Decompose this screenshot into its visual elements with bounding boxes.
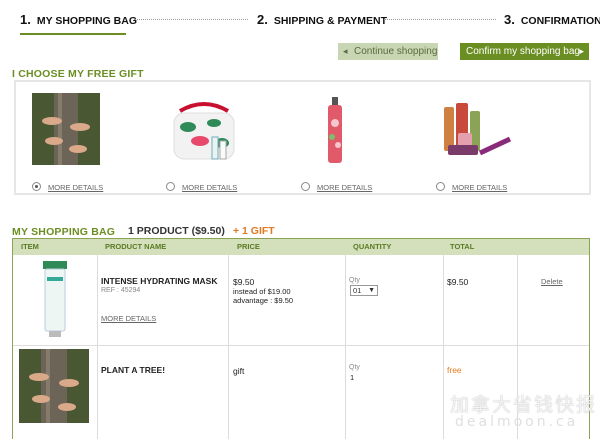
product-name: PLANT A TREE! (101, 365, 166, 375)
free-gift-heading: I CHOOSE MY FREE GIFT (12, 68, 144, 80)
step-my-shopping-bag[interactable]: 1. MY SHOPPING BAG (20, 12, 137, 27)
header-price: PRICE (237, 242, 260, 251)
watermark-url: dealmoon.ca (455, 414, 579, 430)
delete-link[interactable]: Delete (541, 277, 563, 286)
gift-radio[interactable] (436, 182, 445, 191)
floral-pouch-image[interactable] (166, 93, 235, 165)
header-product-name: PRODUCT NAME (105, 242, 167, 251)
more-details-link[interactable]: MORE DETAILS (452, 183, 507, 192)
header-item: ITEM (21, 242, 39, 251)
total: free (447, 365, 462, 375)
gift-radio[interactable] (301, 182, 310, 191)
body-mist-image[interactable] (301, 93, 369, 165)
step-confirmation[interactable]: 3. CONFIRMATION (504, 12, 600, 27)
step-divider (384, 19, 496, 20)
step-number: 2. (257, 12, 268, 27)
row-divider (13, 345, 589, 346)
column-divider (443, 255, 444, 439)
price: gift (233, 366, 245, 376)
bag-product-count: 1 PRODUCT ($9.50) (128, 225, 225, 237)
column-divider (345, 255, 346, 439)
gift-radio[interactable] (32, 182, 41, 191)
travel-products-image[interactable] (436, 93, 512, 165)
price: $9.50 (233, 277, 255, 287)
product-name: INTENSE HYDRATING MASK (101, 276, 218, 286)
column-divider (97, 255, 98, 439)
step-number: 1. (20, 12, 31, 27)
total: $9.50 (447, 277, 469, 287)
dropdown-arrow-icon: ▼ (368, 287, 375, 294)
watermark-text: 加拿大省钱快报 (450, 395, 598, 416)
header-quantity: QUANTITY (353, 242, 392, 251)
column-divider (228, 255, 229, 439)
more-details-link[interactable]: MORE DETAILS (101, 314, 156, 323)
step-number: 3. (504, 12, 515, 27)
original-price: instead of $19.00 (233, 287, 291, 296)
qty-label: Qty (349, 277, 360, 284)
step-shipping-payment[interactable]: 2. SHIPPING & PAYMENT (257, 12, 387, 27)
continue-shopping-button[interactable]: Continue shopping (338, 43, 438, 60)
product-ref: REF : 45294 (101, 287, 141, 294)
tree-hug-image[interactable] (32, 93, 100, 165)
header-total: TOTAL (450, 242, 475, 251)
confirm-shopping-bag-button[interactable]: Confirm my shopping bag (460, 43, 589, 60)
step-divider (134, 19, 248, 20)
advantage: advantage : $9.50 (233, 296, 294, 305)
gift-radio[interactable] (166, 182, 175, 191)
bag-gift-count: + 1 GIFT (233, 225, 275, 237)
active-step-underline (20, 33, 126, 35)
hydrating-mask-image[interactable] (39, 259, 71, 341)
more-details-link[interactable]: MORE DETAILS (48, 183, 103, 192)
quantity-value: 1 (350, 373, 355, 382)
shopping-bag-heading: MY SHOPPING BAG (12, 226, 116, 238)
plant-tree-image[interactable] (19, 349, 89, 425)
checkout-steps: 1. MY SHOPPING BAG 2. SHIPPING & PAYMENT 3… (0, 0, 600, 40)
step-label: MY SHOPPING BAG (36, 15, 137, 27)
step-label: SHIPPING & PAYMENT (273, 15, 388, 27)
quantity-select[interactable]: 01 ▼ (350, 285, 378, 296)
table-header: ITEM PRODUCT NAME PRICE QUANTITY TOTAL (13, 239, 589, 255)
qty-label: Qty (349, 364, 360, 371)
step-label: CONFIRMATION (520, 15, 600, 27)
free-gift-selector: MORE DETAILS MORE DETAILS MORE DETAILS M… (14, 80, 591, 195)
quantity-value: 01 (353, 286, 362, 295)
more-details-link[interactable]: MORE DETAILS (317, 183, 372, 192)
more-details-link[interactable]: MORE DETAILS (182, 183, 237, 192)
